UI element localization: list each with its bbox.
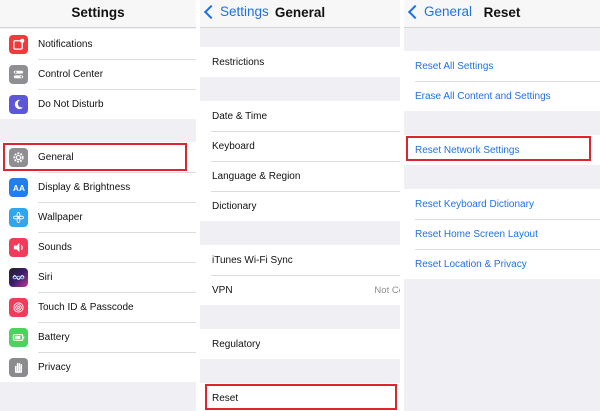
- settings-item-privacy[interactable]: Privacy: [0, 352, 196, 382]
- general-group-3: iTunes Wi-Fi Sync VPN Not Co: [200, 245, 400, 305]
- settings-item-wallpaper[interactable]: Wallpaper: [0, 202, 196, 232]
- settings-item-notifications[interactable]: Notifications: [0, 29, 196, 59]
- hand-icon: [9, 357, 28, 377]
- general-item-date-time[interactable]: Date & Time: [200, 101, 400, 131]
- reset-navbar: General Reset: [404, 0, 600, 28]
- reset-all-settings-button[interactable]: Reset All Settings: [404, 51, 600, 81]
- moon-icon: [9, 94, 28, 114]
- general-group-5: Reset: [200, 383, 400, 411]
- settings-item-do-not-disturb[interactable]: Do Not Disturb: [0, 89, 196, 119]
- notifications-icon: [9, 34, 28, 54]
- reset-group-3: Reset Keyboard Dictionary Reset Home Scr…: [404, 189, 600, 279]
- general-item-regulatory[interactable]: Regulatory: [200, 329, 400, 359]
- general-item-reset[interactable]: Reset: [200, 383, 400, 411]
- general-group-2: Date & Time Keyboard Language & Region D…: [200, 101, 400, 221]
- reset-network-settings-button[interactable]: Reset Network Settings: [404, 135, 600, 165]
- general-item-restrictions[interactable]: Restrictions: [200, 47, 400, 77]
- general-item-language-region[interactable]: Language & Region: [200, 161, 400, 191]
- settings-navbar: Settings: [0, 0, 196, 28]
- reset-location-privacy-button[interactable]: Reset Location & Privacy: [404, 249, 600, 279]
- general-item-itunes-wifi-sync[interactable]: iTunes Wi-Fi Sync: [200, 245, 400, 275]
- reset-title: Reset: [483, 5, 521, 20]
- reset-home-screen-layout-button[interactable]: Reset Home Screen Layout: [404, 219, 600, 249]
- settings-item-touch-id[interactable]: Touch ID & Passcode: [0, 292, 196, 322]
- erase-all-content-button[interactable]: Erase All Content and Settings: [404, 81, 600, 111]
- control-center-icon: [9, 64, 28, 84]
- settings-item-battery[interactable]: Battery: [0, 322, 196, 352]
- speaker-icon: [9, 237, 28, 257]
- fingerprint-icon: [9, 297, 28, 317]
- battery-icon: [9, 327, 28, 347]
- settings-item-display-brightness[interactable]: AA Display & Brightness: [0, 172, 196, 202]
- settings-group-2: General AA Display & Brightness Wallpape…: [0, 142, 196, 382]
- general-group-4: Regulatory: [200, 329, 400, 359]
- svg-text:AA: AA: [13, 183, 25, 193]
- settings-group-1: Notifications Control Center Do Not Dist…: [0, 29, 196, 119]
- reset-keyboard-dictionary-button[interactable]: Reset Keyboard Dictionary: [404, 189, 600, 219]
- settings-item-general[interactable]: General: [0, 142, 196, 172]
- general-item-vpn[interactable]: VPN Not Co: [200, 275, 400, 305]
- gear-icon: [9, 147, 28, 167]
- siri-icon: [9, 267, 28, 287]
- reset-group-1: Reset All Settings Erase All Content and…: [404, 51, 600, 111]
- reset-panel: General Reset Reset All Settings Erase A…: [404, 0, 600, 411]
- settings-panel: Settings Notifications Control Center Do…: [0, 0, 196, 411]
- general-panel: Settings General Restrictions Date & Tim…: [200, 0, 400, 411]
- wallpaper-icon: [9, 207, 28, 227]
- general-item-keyboard[interactable]: Keyboard: [200, 131, 400, 161]
- display-icon: AA: [9, 177, 28, 197]
- general-item-dictionary[interactable]: Dictionary: [200, 191, 400, 221]
- settings-title: Settings: [71, 5, 125, 20]
- general-title: General: [274, 5, 326, 20]
- settings-item-sounds[interactable]: Sounds: [0, 232, 196, 262]
- vpn-status: Not Co: [374, 284, 400, 296]
- reset-group-2: Reset Network Settings: [404, 135, 600, 165]
- settings-item-control-center[interactable]: Control Center: [0, 59, 196, 89]
- general-navbar: Settings General: [200, 0, 400, 28]
- general-group-1: Restrictions: [200, 47, 400, 77]
- settings-item-siri[interactable]: Siri: [0, 262, 196, 292]
